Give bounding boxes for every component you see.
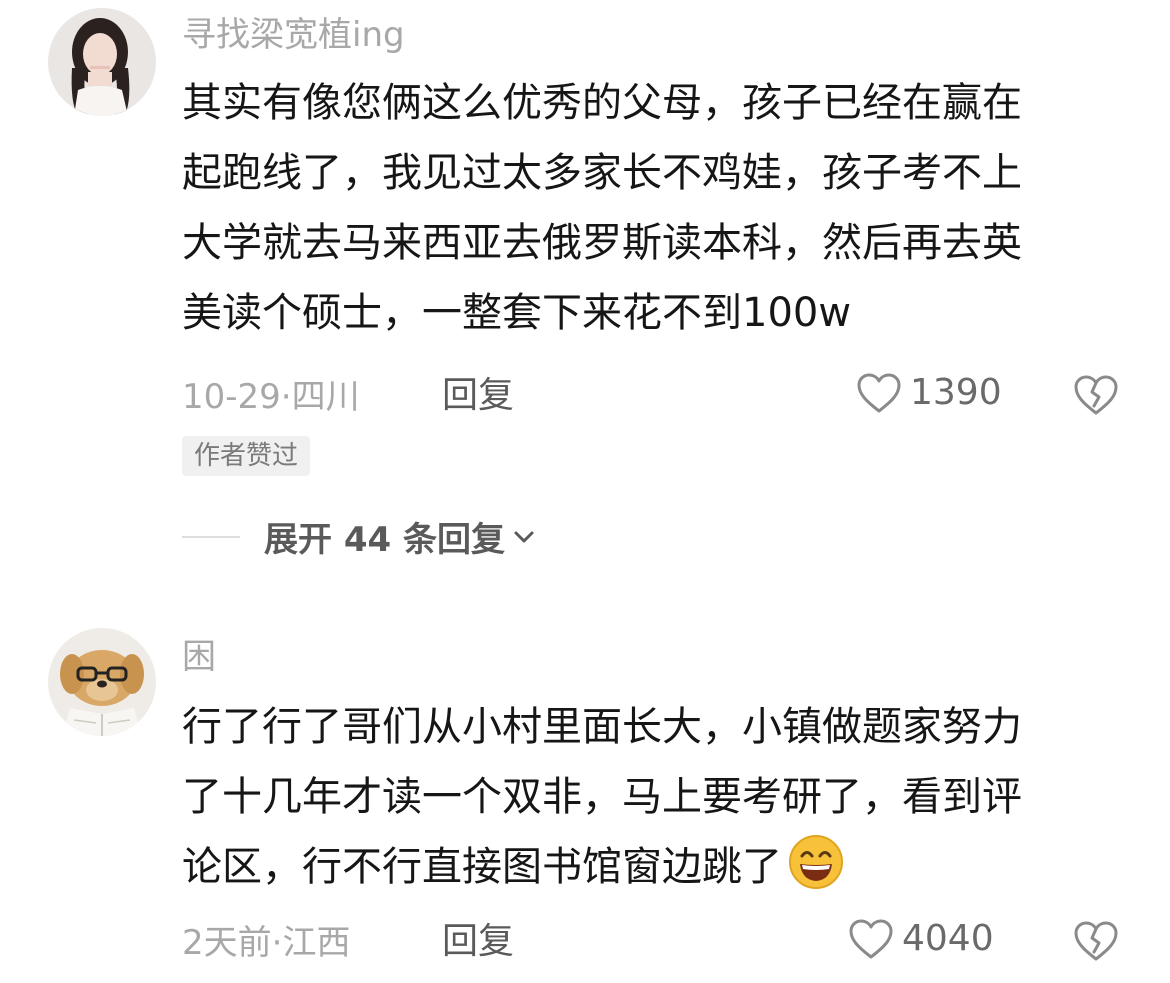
- comment-line: 了十几年才读一个双非，马上要考研了，看到评: [182, 774, 1022, 820]
- comment-meta: 2天前·江西: [182, 923, 351, 963]
- grinning-face-emoji-icon: [789, 835, 843, 889]
- dog-with-glasses-avatar-icon: [48, 628, 156, 736]
- heart-icon: [849, 919, 893, 959]
- comment-text: 行了行了哥们从小村里面长大，小镇做题家努力 了十几年才读一个双非，马上要考研了，…: [182, 692, 1122, 902]
- like-count: 1390: [910, 372, 1002, 413]
- username[interactable]: 寻找梁宽植ing: [182, 18, 405, 52]
- like-count: 4040: [902, 918, 994, 959]
- chevron-down-icon: [514, 531, 534, 542]
- username[interactable]: 困: [182, 640, 216, 674]
- heart-icon: [857, 373, 901, 413]
- expand-replies[interactable]: 展开 44 条回复: [182, 512, 535, 561]
- expand-replies-label[interactable]: 展开 44 条回复: [264, 512, 505, 561]
- comment-line: 起跑线了，我见过太多家长不鸡娃，孩子考不上: [182, 150, 1022, 196]
- comment-line: 行了行了哥们从小村里面长大，小镇做题家努力: [182, 704, 1022, 750]
- comment-line: 其实有像您俩这么优秀的父母，孩子已经在赢在: [182, 80, 1022, 126]
- broken-heart-icon: [1074, 375, 1118, 415]
- reply-button[interactable]: 回复: [442, 924, 514, 960]
- comment-text: 其实有像您俩这么优秀的父母，孩子已经在赢在 起跑线了，我见过太多家长不鸡娃，孩子…: [182, 68, 1122, 348]
- user-avatar-icon: [48, 8, 156, 116]
- broken-heart-icon: [1074, 921, 1118, 961]
- dislike-button[interactable]: [1073, 920, 1119, 966]
- comment-line: 美读个硕士，一整套下来花不到100w: [182, 290, 852, 336]
- comment-line-with-emoji: 论区，行不行直接图书馆窗边跳了: [182, 832, 1122, 902]
- author-liked-badge: 作者赞过: [182, 436, 311, 476]
- reply-button[interactable]: 回复: [442, 378, 514, 414]
- avatar[interactable]: [48, 628, 156, 736]
- like-button[interactable]: 1390: [856, 372, 1002, 414]
- dislike-button[interactable]: [1073, 374, 1119, 420]
- comment-line: 论区，行不行直接图书馆窗边跳了: [182, 844, 782, 890]
- like-button[interactable]: 4040: [848, 918, 994, 960]
- comment-meta: 10-29·四川: [182, 377, 360, 417]
- divider: [182, 535, 240, 538]
- avatar[interactable]: [48, 8, 156, 116]
- comment-line: 大学就去马来西亚去俄罗斯读本科，然后再去英: [182, 220, 1022, 266]
